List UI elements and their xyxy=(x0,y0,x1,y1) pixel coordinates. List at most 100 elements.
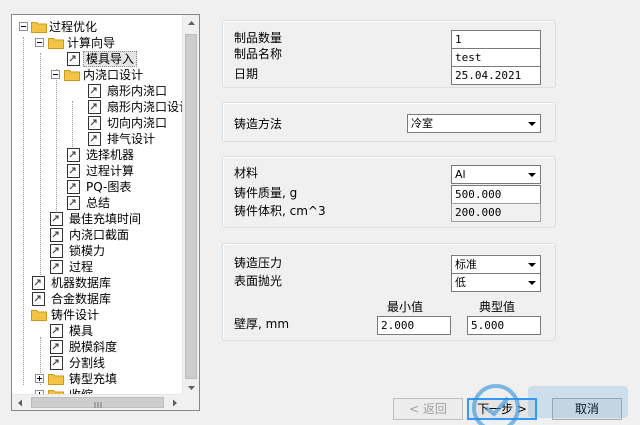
document-link-icon xyxy=(50,244,63,258)
dropdown-arrow-icon xyxy=(528,122,536,126)
open-folder-icon xyxy=(31,22,47,33)
tree-item-label: 过程计算 xyxy=(86,164,135,178)
tree-item-label: 模具导入 xyxy=(83,51,138,67)
tree-horizontal-scrollbar[interactable] xyxy=(12,394,183,410)
document-link-icon xyxy=(32,292,45,306)
tree-item-mold-filling[interactable]: 铸型充填 xyxy=(12,371,183,387)
document-link-icon xyxy=(88,132,101,146)
tree-item-label: 分割线 xyxy=(69,356,106,370)
tree-item-label: 扇形内浇口 xyxy=(107,84,168,98)
tree-item-parting-line[interactable]: 分割线 xyxy=(12,355,183,371)
collapse-toggle-icon[interactable] xyxy=(51,70,60,79)
quantity-label: 制品数量 xyxy=(234,31,283,45)
tree-item-alloy-database[interactable]: 合金数据库 xyxy=(12,291,183,307)
material-label: 材料 xyxy=(234,166,259,180)
tree-item-label: 总结 xyxy=(86,196,111,210)
watermark-logo xyxy=(472,384,628,425)
document-link-icon xyxy=(50,324,63,338)
tree-item-fan-gate-design[interactable]: 扇形内浇口设计 xyxy=(12,99,183,115)
scroll-right-arrow-icon[interactable] xyxy=(166,395,183,411)
tree-item-optimal-fill-time[interactable]: 最佳充填时间 xyxy=(12,211,183,227)
tree-item-label: 扇形内浇口设计 xyxy=(107,100,183,114)
casting-mass-input[interactable]: 500.000 xyxy=(451,185,541,204)
tree-item-calculation-wizard[interactable]: 计算向导 xyxy=(12,35,183,51)
dropdown-arrow-icon xyxy=(528,281,536,285)
tree-item-process-calculation[interactable]: 过程计算 xyxy=(12,163,183,179)
quantity-input[interactable]: 1 xyxy=(451,30,541,49)
material-value: Al xyxy=(455,168,466,181)
document-link-icon xyxy=(67,52,80,66)
casting-method-label: 铸造方法 xyxy=(234,117,283,131)
grip-icon xyxy=(94,402,102,408)
surface-polish-label: 表面抛光 xyxy=(234,274,283,288)
material-select[interactable]: Al xyxy=(451,165,541,184)
collapse-toggle-icon[interactable] xyxy=(35,38,44,47)
wall-thickness-typical-input[interactable]: 5.000 xyxy=(467,316,541,335)
tree-item-vent-design[interactable]: 排气设计 xyxy=(12,131,183,147)
wall-thickness-label: 壁厚, mm xyxy=(234,317,290,331)
tree-item-gate-section[interactable]: 内浇口截面 xyxy=(12,227,183,243)
navigation-tree[interactable]: 过程优化 计算向导 模具导入 内浇口设计 扇形内浇口 扇形内浇口设计 切向内浇口… xyxy=(11,14,200,411)
typical-value-header: 典型值 xyxy=(479,300,516,314)
open-folder-icon xyxy=(64,70,80,81)
tree-item-label: 排气设计 xyxy=(107,132,156,146)
casting-method-select[interactable]: 冷室 xyxy=(407,114,541,133)
tree-item-casting-design[interactable]: 铸件设计 xyxy=(12,307,183,323)
casting-pressure-select[interactable]: 标准 xyxy=(451,255,541,274)
tree-item-summary[interactable]: 总结 xyxy=(12,195,183,211)
wall-thickness-min-input[interactable]: 2.000 xyxy=(377,316,451,335)
tree-item-draft-angle[interactable]: 脱模斜度 xyxy=(12,339,183,355)
casting-mass-label: 铸件质量, g xyxy=(234,186,298,200)
tree-item-label: 过程优化 xyxy=(49,20,98,34)
document-link-icon xyxy=(67,180,80,194)
casting-pressure-value: 标准 xyxy=(455,258,477,271)
document-link-icon xyxy=(67,148,80,162)
scroll-up-arrow-icon[interactable] xyxy=(183,15,200,32)
product-name-input[interactable]: test xyxy=(451,48,541,67)
tree-item-tangential-gate[interactable]: 切向内浇口 xyxy=(12,115,183,131)
dropdown-arrow-icon xyxy=(528,173,536,177)
tree-item-fan-gate[interactable]: 扇形内浇口 xyxy=(12,83,183,99)
tree-vertical-scrollbar[interactable] xyxy=(182,15,199,396)
document-link-icon xyxy=(88,100,101,114)
tree-item-label: 模具 xyxy=(69,324,94,338)
tree-item-label: 内浇口设计 xyxy=(83,68,144,82)
dropdown-arrow-icon xyxy=(528,263,536,267)
folder-icon xyxy=(48,374,64,385)
casting-volume-label: 铸件体积, cm^3 xyxy=(234,204,326,218)
scroll-left-arrow-icon[interactable] xyxy=(12,395,29,411)
tree-item-machine-database[interactable]: 机器数据库 xyxy=(12,275,183,291)
scroll-thumb[interactable] xyxy=(31,397,164,408)
document-link-icon xyxy=(32,276,45,290)
scroll-thumb[interactable] xyxy=(185,34,197,379)
tree-item-mold[interactable]: 模具 xyxy=(12,323,183,339)
tree-item-select-machine[interactable]: 选择机器 xyxy=(12,147,183,163)
back-button[interactable]: < 返回 xyxy=(393,398,463,420)
tree-item-gate-design[interactable]: 内浇口设计 xyxy=(12,67,183,83)
casting-method-value: 冷室 xyxy=(411,117,433,130)
tree-item-process[interactable]: 过程 xyxy=(12,259,183,275)
surface-polish-select[interactable]: 低 xyxy=(451,273,541,292)
document-link-icon xyxy=(88,116,101,130)
date-input[interactable]: 25.04.2021 xyxy=(451,66,541,85)
document-link-icon xyxy=(88,84,101,98)
date-label: 日期 xyxy=(234,67,259,81)
product-name-label: 制品名称 xyxy=(234,47,283,61)
tree-item-label: 合金数据库 xyxy=(51,292,112,306)
open-folder-icon xyxy=(48,38,64,49)
document-link-icon xyxy=(50,340,63,354)
document-link-icon xyxy=(67,196,80,210)
tree-item-mold-import[interactable]: 模具导入 xyxy=(12,51,183,67)
collapse-toggle-icon[interactable] xyxy=(19,22,28,31)
expand-toggle-icon[interactable] xyxy=(35,374,44,383)
document-link-icon xyxy=(50,356,63,370)
tree-item-label: 内浇口截面 xyxy=(69,228,130,242)
tree-item-label: PQ-图表 xyxy=(86,180,132,194)
tree-item-process-optimization[interactable]: 过程优化 xyxy=(12,19,183,35)
tree-item-label: 铸型充填 xyxy=(69,372,118,386)
tree-item-clamping-force[interactable]: 锁模力 xyxy=(12,243,183,259)
tree-item-label: 最佳充填时间 xyxy=(69,212,142,226)
tree-item-pq-chart[interactable]: PQ-图表 xyxy=(12,179,183,195)
document-link-icon xyxy=(50,260,63,274)
tree-item-label: 计算向导 xyxy=(67,36,116,50)
